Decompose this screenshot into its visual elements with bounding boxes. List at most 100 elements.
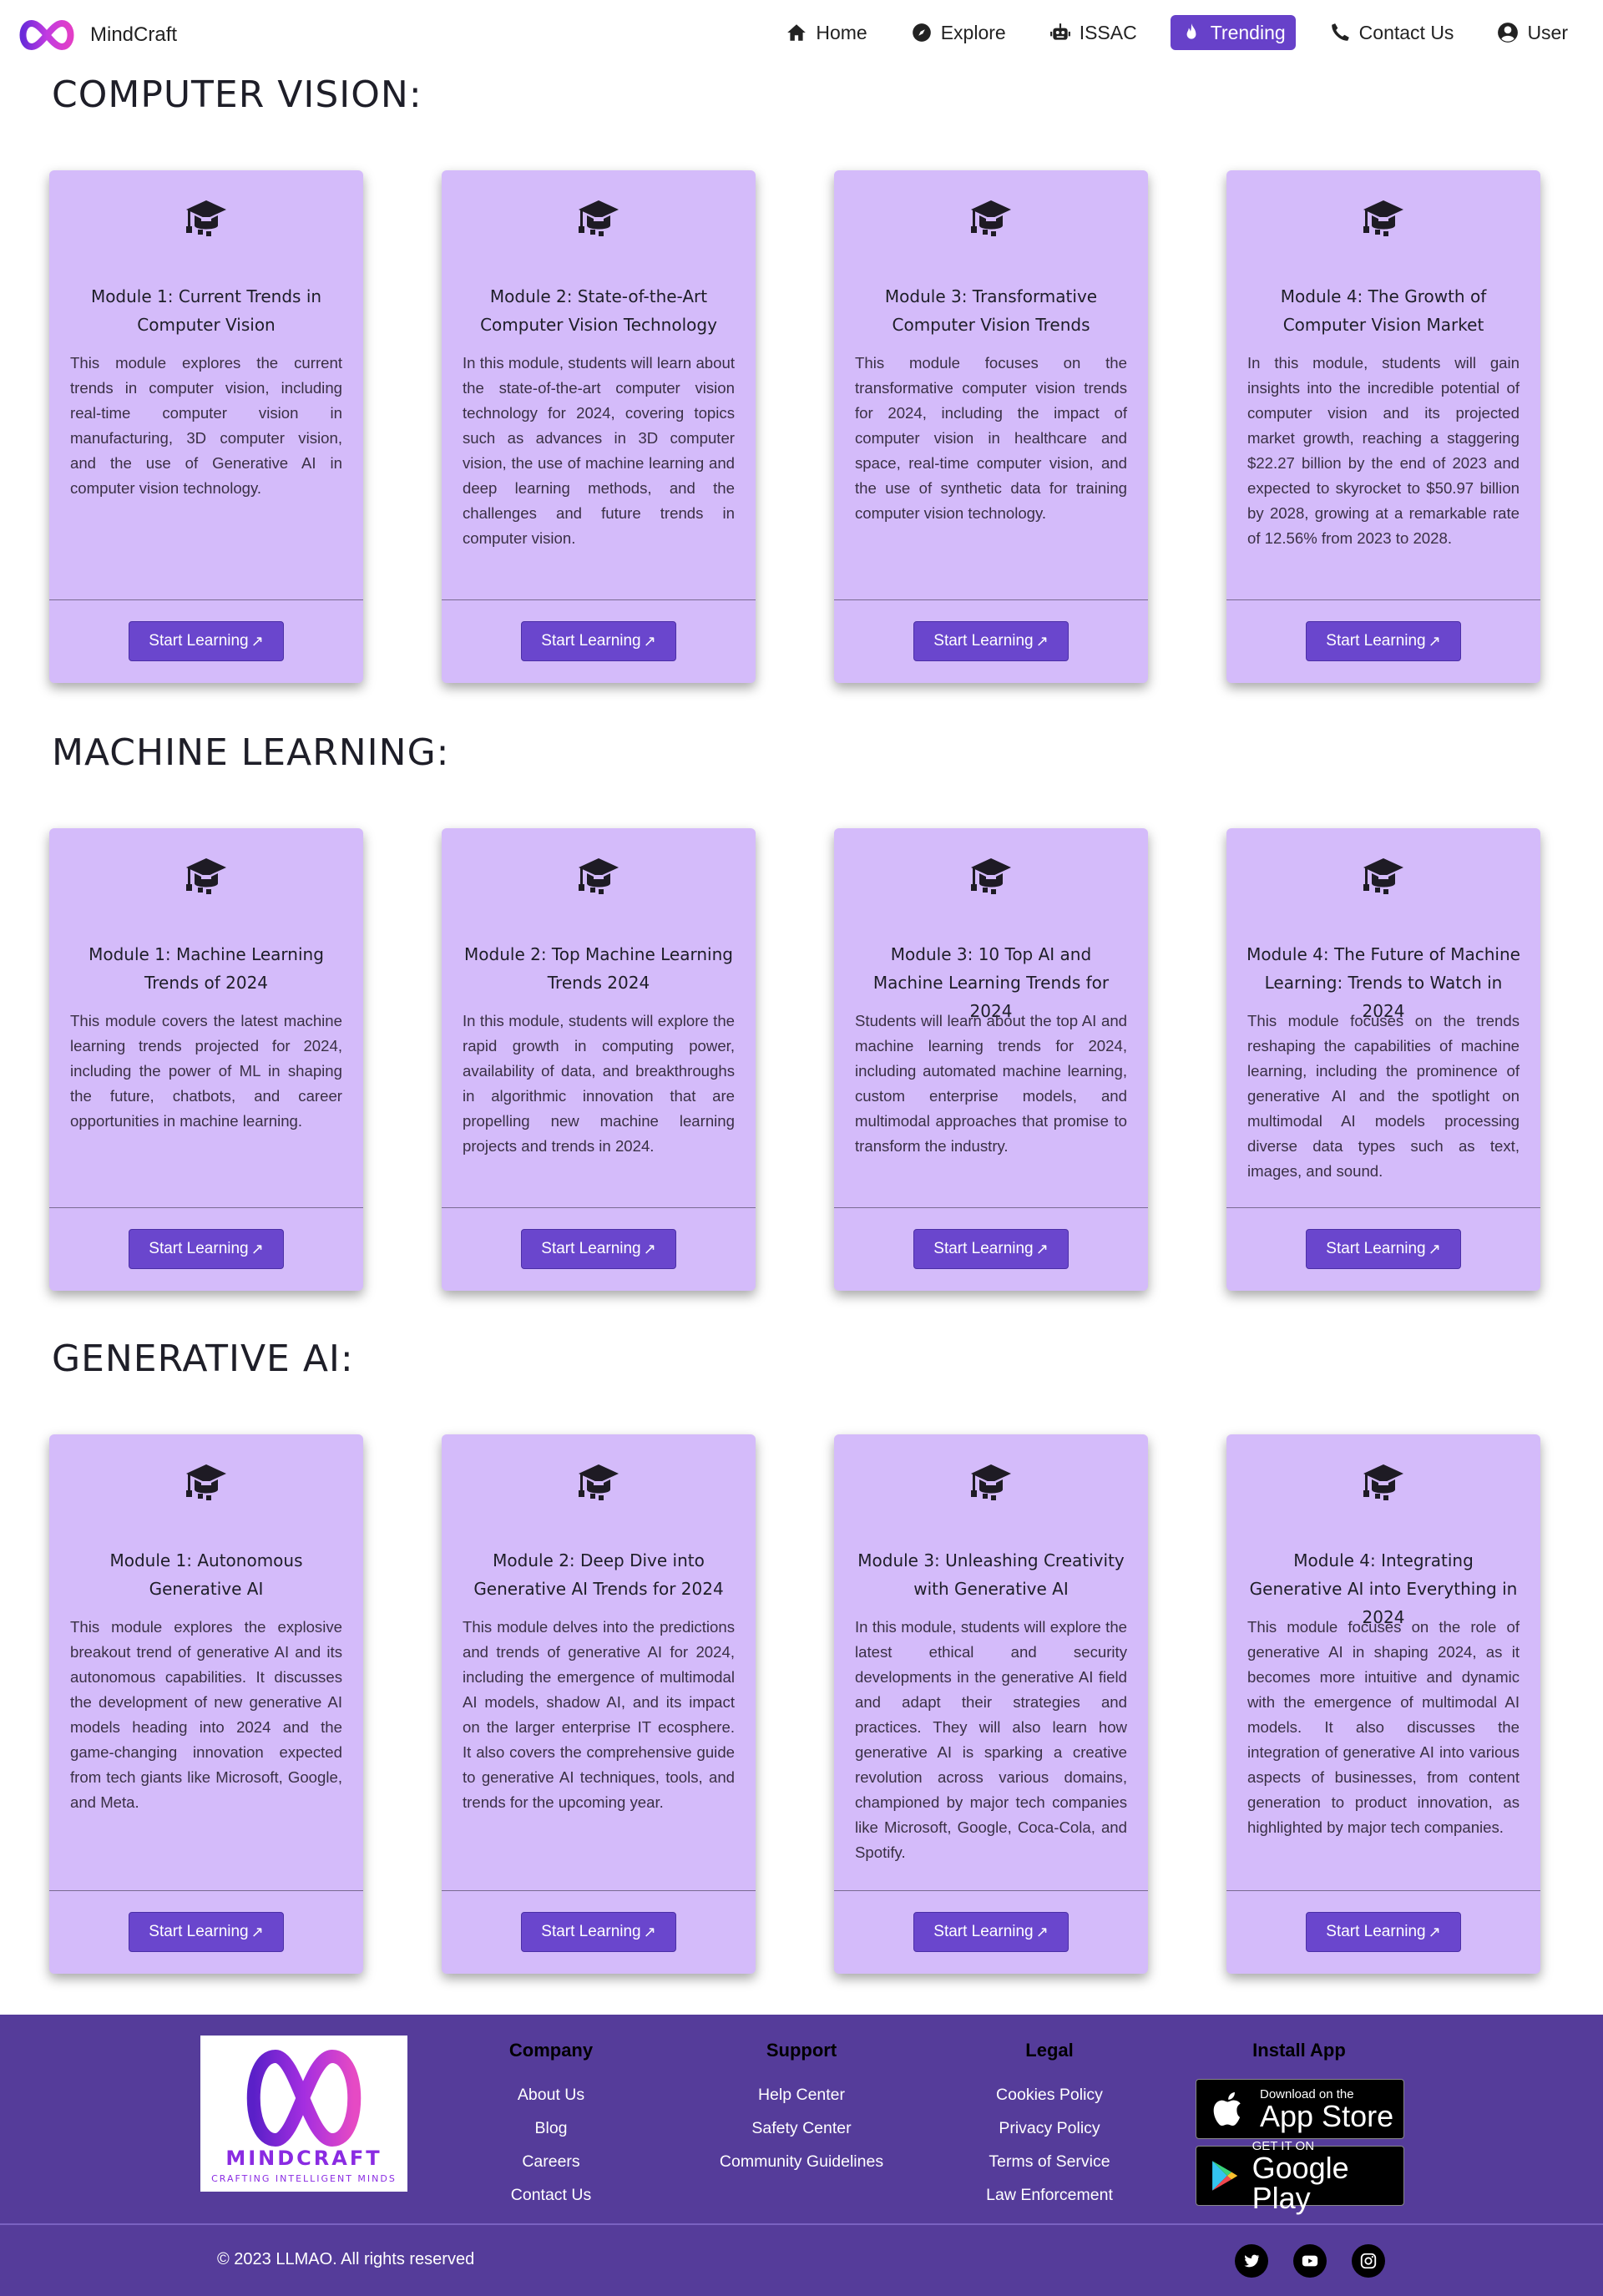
footer-link-help-center[interactable]: Help Center	[701, 2078, 902, 2111]
module-description: Students will learn about the top AI and…	[855, 1012, 1127, 1155]
fire-icon	[1186, 23, 1196, 39]
nav-explore[interactable]: Explore	[901, 15, 1016, 50]
nav-issac[interactable]: ISSAC	[1039, 15, 1147, 50]
brand[interactable]: MindCraft	[17, 15, 177, 55]
start-learning-label: Start Learning	[149, 1240, 249, 1257]
app-store-big: App Store	[1260, 2098, 1394, 2133]
youtube-icon	[1302, 2255, 1318, 2267]
google-play-button[interactable]: GET IT ON Google Play	[1196, 2139, 1404, 2213]
graduation-cap-icon	[577, 195, 620, 239]
module-card-machine-learning-2: Module 2: Top Machine Learning Trends 20…	[442, 828, 756, 1291]
start-learning-button[interactable]: Start Learning ↗	[913, 1229, 1069, 1269]
phone-icon	[1331, 23, 1349, 41]
start-learning-button[interactable]: Start Learning ↗	[1306, 621, 1461, 661]
start-learning-label: Start Learning	[1326, 1240, 1426, 1257]
module-description: This module focuses on the role of gener…	[1247, 1618, 1520, 1836]
module-description: This module delves into the predictions …	[463, 1618, 735, 1811]
card-footer: Start Learning ↗	[49, 1207, 363, 1291]
apple-icon	[1213, 2092, 1241, 2127]
start-learning-button[interactable]: Start Learning ↗	[129, 621, 284, 661]
youtube-link[interactable]	[1293, 2244, 1327, 2278]
footer-link-about-us[interactable]: About Us	[468, 2078, 635, 2111]
module-description: This module focuses on the trends reshap…	[1247, 1012, 1520, 1180]
card-footer: Start Learning ↗	[834, 1207, 1148, 1291]
footer-link-careers[interactable]: Careers	[468, 2145, 635, 2178]
footer-link-cookies-policy[interactable]: Cookies Policy	[966, 2078, 1133, 2111]
footer-logo[interactable]: MINDCRAFT CRAFTING INTELLIGENT MINDS	[200, 2036, 407, 2192]
graduation-cap-icon	[185, 853, 228, 897]
module-card-machine-learning-1: Module 1: Machine Learning Trends of 202…	[49, 828, 363, 1291]
footer-link-blog[interactable]: Blog	[468, 2111, 635, 2145]
graduation-cap-icon	[1362, 853, 1405, 897]
module-title: Module 2: State-of-the-Art Computer Visi…	[480, 286, 717, 335]
start-learning-button[interactable]: Start Learning ↗	[521, 621, 676, 661]
footer-link-law-enforcement[interactable]: Law Enforcement	[966, 2178, 1133, 2212]
instagram-link[interactable]	[1352, 2244, 1385, 2278]
start-learning-label: Start Learning	[541, 1240, 641, 1257]
module-title: Module 1: Current Trends in Computer Vis…	[90, 286, 322, 335]
module-description: This module covers the latest machine le…	[70, 1012, 342, 1130]
footer-col-support: Support Help Center Safety Center Commun…	[701, 2040, 902, 2178]
module-title: Module 2: Top Machine Learning Trends 20…	[464, 944, 733, 993]
section-title-machine-learning: MACHINE LEARNING:	[52, 731, 450, 774]
footer: MINDCRAFT CRAFTING INTELLIGENT MINDS Com…	[0, 2015, 1603, 2296]
module-card-generative-ai-3: Module 3: Unleashing Creativity with Gen…	[834, 1434, 1148, 1974]
arrow-up-right-icon: ↗	[643, 1923, 656, 1940]
start-learning-button[interactable]: Start Learning ↗	[521, 1229, 676, 1269]
start-learning-button[interactable]: Start Learning ↗	[913, 1912, 1069, 1952]
module-card-machine-learning-4: Module 4: The Future of Machine Learning…	[1226, 828, 1540, 1291]
home-icon	[787, 24, 807, 41]
start-learning-button[interactable]: Start Learning ↗	[129, 1229, 284, 1269]
footer-link-community-guidelines[interactable]: Community Guidelines	[701, 2145, 902, 2178]
graduation-cap-icon	[185, 195, 228, 239]
graduation-cap-icon	[969, 195, 1013, 239]
footer-link-contact-us[interactable]: Contact Us	[468, 2178, 635, 2212]
nav-links: Home Explore ISSAC Trending Contact Us U…	[752, 15, 1578, 50]
compass-icon	[912, 23, 931, 42]
start-learning-button[interactable]: Start Learning ↗	[129, 1912, 284, 1952]
twitter-link[interactable]	[1235, 2244, 1268, 2278]
module-card-machine-learning-3: Module 3: 10 Top AI and Machine Learning…	[834, 828, 1148, 1291]
google-play-icon	[1212, 2161, 1238, 2191]
start-learning-button[interactable]: Start Learning ↗	[913, 621, 1069, 661]
footer-link-privacy-policy[interactable]: Privacy Policy	[966, 2111, 1133, 2145]
nav-user[interactable]: User	[1487, 15, 1578, 50]
app-store-button[interactable]: Download on the App Store	[1196, 2079, 1404, 2139]
nav-contact[interactable]: Contact Us	[1319, 15, 1464, 50]
card-footer: Start Learning ↗	[1226, 599, 1540, 683]
module-title: Module 1: Machine Learning Trends of 202…	[88, 944, 324, 993]
arrow-up-right-icon: ↗	[1428, 632, 1441, 650]
start-learning-button[interactable]: Start Learning ↗	[1306, 1912, 1461, 1952]
footer-heading-legal: Legal	[1025, 2040, 1074, 2061]
footer-col-legal: Legal Cookies Policy Privacy Policy Term…	[966, 2040, 1133, 2212]
nav-trending[interactable]: Trending	[1170, 15, 1296, 50]
start-learning-label: Start Learning	[1326, 632, 1426, 650]
footer-link-safety-center[interactable]: Safety Center	[701, 2111, 902, 2145]
module-title: Module 3: Unleashing Creativity with Gen…	[857, 1550, 1125, 1599]
nav-home[interactable]: Home	[776, 15, 877, 50]
module-description: In this module, students will explore th…	[463, 1012, 735, 1155]
copyright: © 2023 LLMAO. All rights reserved	[217, 2250, 475, 2268]
arrow-up-right-icon: ↗	[1035, 1240, 1049, 1257]
section-title-computer-vision: COMPUTER VISION:	[52, 73, 422, 116]
start-learning-label: Start Learning	[933, 632, 1034, 650]
infinity-logo-icon	[19, 19, 74, 51]
footer-heading-install: Install App	[1252, 2040, 1346, 2061]
module-title: Module 3: Transformative Computer Vision…	[884, 286, 1098, 335]
start-learning-label: Start Learning	[149, 632, 249, 650]
footer-col-company: Company About Us Blog Careers Contact Us	[468, 2040, 635, 2212]
start-learning-button[interactable]: Start Learning ↗	[521, 1912, 676, 1952]
module-card-generative-ai-1: Module 1: Autonomous Generative AI This m…	[49, 1434, 363, 1974]
graduation-cap-icon	[577, 1459, 620, 1503]
nav-explore-label: Explore	[940, 21, 1006, 43]
card-footer: Start Learning ↗	[49, 599, 363, 683]
start-learning-label: Start Learning	[1326, 1923, 1426, 1940]
arrow-up-right-icon: ↗	[1428, 1240, 1441, 1257]
robot-icon	[1049, 23, 1070, 40]
arrow-up-right-icon: ↗	[643, 632, 656, 650]
navbar: MindCraft Home Explore ISSAC Trending Co…	[0, 0, 1603, 67]
start-learning-button[interactable]: Start Learning ↗	[1306, 1229, 1461, 1269]
footer-link-terms-of-service[interactable]: Terms of Service	[966, 2145, 1133, 2178]
arrow-up-right-icon: ↗	[643, 1240, 656, 1257]
module-description: In this module, students will learn abou…	[463, 354, 735, 547]
